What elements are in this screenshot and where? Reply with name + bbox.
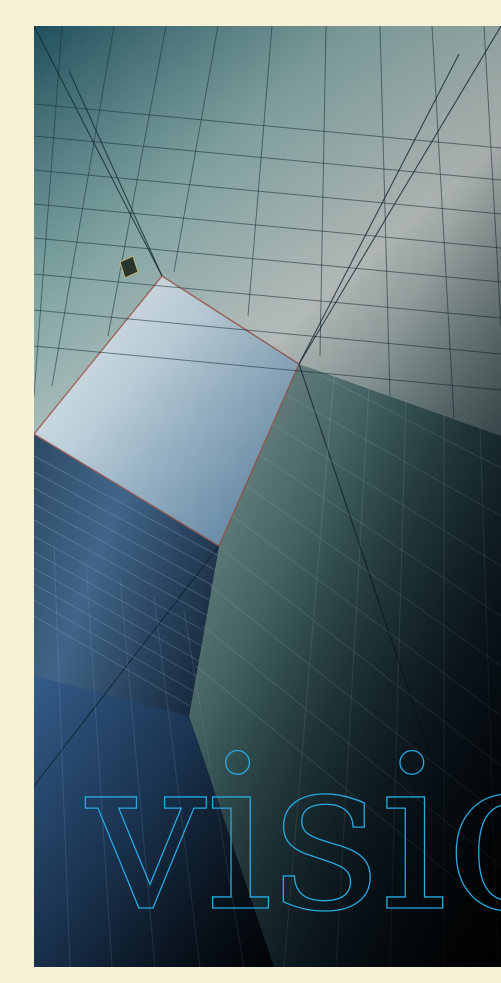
page: visio	[0, 0, 501, 983]
architecture-photo-panel: visio	[34, 26, 501, 967]
glass-building-photo-art: visio	[34, 26, 501, 967]
vision-outline-text: visio	[85, 710, 501, 959]
